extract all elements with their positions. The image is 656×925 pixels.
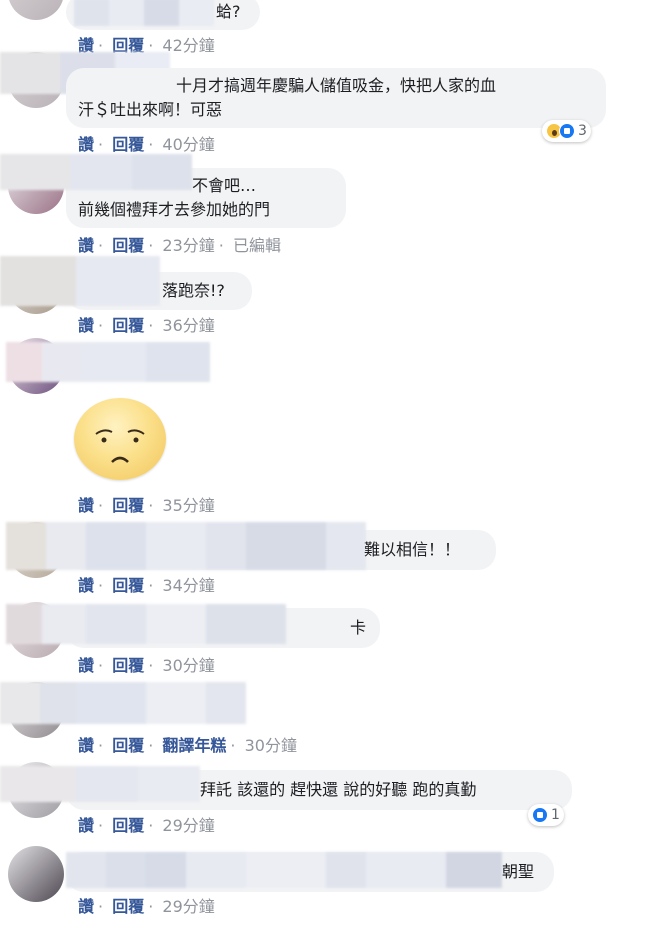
comment-text: 朝聖 (502, 862, 535, 881)
comment-actions: 讚 · 回覆 · 30分鐘 (78, 656, 215, 675)
comment-bubble: 落跑奈!? (0, 256, 252, 310)
comment-bubble: 蛤? (66, 0, 260, 30)
comment-text: 十月才搞週年慶騙人儲值吸金，快把人家的血 (176, 76, 497, 95)
comment-actions: 讚 · 回覆 · 29分鐘 (78, 816, 215, 835)
reply-link[interactable]: 回覆 (112, 816, 144, 835)
blurred-comment-content (0, 682, 246, 724)
timestamp[interactable]: 34分鐘 (162, 576, 214, 595)
comment-actions: 讚 · 回覆 · 29分鐘 (78, 897, 215, 916)
comment-bubble: 不會吧… 前幾個禮拜才去參加她的門 (0, 154, 346, 228)
like-link[interactable]: 讚 (78, 316, 94, 335)
blurred-username (74, 0, 214, 26)
worried-face-sticker (74, 398, 166, 480)
comment-actions: 讚 · 回覆 · 35分鐘 (78, 496, 215, 515)
like-link[interactable]: 讚 (78, 736, 94, 755)
comment-actions: 讚 · 回覆 · 翻譯年糕 · 30分鐘 (78, 736, 297, 755)
avatar[interactable] (8, 0, 64, 20)
reply-link[interactable]: 回覆 (112, 897, 144, 916)
comment-bubble: 卡 (6, 604, 380, 648)
like-link[interactable]: 讚 (78, 135, 94, 154)
like-icon (532, 807, 548, 823)
comment-text: 難以相信！！ (364, 540, 461, 559)
timestamp[interactable]: 29分鐘 (162, 816, 214, 835)
comment-text: 落跑奈!? (162, 281, 225, 300)
reply-link[interactable]: 回覆 (112, 496, 144, 515)
reaction-summary[interactable]: 1 (528, 804, 564, 826)
timestamp[interactable]: 23分鐘 (162, 236, 214, 255)
comment-actions: 讚 · 回覆 · 40分鐘 (78, 135, 215, 154)
blurred-username (0, 256, 160, 306)
blurred-username (6, 342, 210, 382)
blurred-username (6, 604, 286, 644)
comment-text: 拜託 該還的 趕快還 說的好聽 跑的真勤 (200, 780, 477, 799)
timestamp[interactable]: 42分鐘 (162, 36, 214, 55)
blurred-username (0, 154, 192, 190)
like-link[interactable]: 讚 (78, 816, 94, 835)
comment-bubble: 難以相信！！ (6, 522, 496, 570)
timestamp[interactable]: 35分鐘 (162, 496, 214, 515)
comment-actions: 讚 · 回覆 · 36分鐘 (78, 316, 215, 335)
reaction-summary[interactable]: 3 (542, 120, 591, 142)
comment-actions: 讚 · 回覆 · 23分鐘 · 已編輯 (78, 236, 281, 255)
comment-text: 汗＄吐出來啊！可惡 (78, 100, 223, 119)
like-link[interactable]: 讚 (78, 897, 94, 916)
reply-link[interactable]: 回覆 (112, 656, 144, 675)
reaction-count: 3 (578, 123, 587, 139)
comment-text: 不會吧… (192, 176, 257, 195)
avatar[interactable] (8, 846, 64, 902)
like-link[interactable]: 讚 (78, 576, 94, 595)
blurred-username (0, 766, 200, 802)
comment-bubble: 十月才搞週年慶騙人儲值吸金，快把人家的血 汗＄吐出來啊！可惡 (66, 68, 606, 128)
blurred-username (66, 852, 502, 888)
like-link[interactable]: 讚 (78, 496, 94, 515)
comment-text: 蛤? (216, 2, 241, 21)
comment-bubble: 朝聖 (66, 852, 554, 892)
timestamp[interactable]: 30分鐘 (162, 656, 214, 675)
comment-text: 前幾個禮拜才去參加她的門 (78, 200, 271, 219)
timestamp[interactable]: 30分鐘 (245, 736, 297, 755)
timestamp[interactable]: 40分鐘 (162, 135, 214, 154)
comment-actions: 讚 · 回覆 · 34分鐘 (78, 576, 215, 595)
reply-link[interactable]: 回覆 (112, 316, 144, 335)
reaction-count: 1 (551, 807, 560, 823)
timestamp[interactable]: 29分鐘 (162, 897, 214, 916)
timestamp[interactable]: 36分鐘 (162, 316, 214, 335)
reply-link[interactable]: 回覆 (112, 236, 144, 255)
comment-bubble: 拜託 該還的 趕快還 說的好聽 跑的真勤 (0, 766, 572, 810)
translate-link[interactable]: 翻譯年糕 (162, 736, 226, 755)
reply-link[interactable]: 回覆 (112, 736, 144, 755)
like-link[interactable]: 讚 (78, 656, 94, 675)
reply-link[interactable]: 回覆 (112, 576, 144, 595)
like-link[interactable]: 讚 (78, 236, 94, 255)
like-icon (559, 123, 575, 139)
blurred-username (6, 522, 366, 570)
edited-label: 已編輯 (232, 236, 281, 255)
reply-link[interactable]: 回覆 (112, 135, 144, 154)
comment-text: 卡 (350, 618, 367, 637)
